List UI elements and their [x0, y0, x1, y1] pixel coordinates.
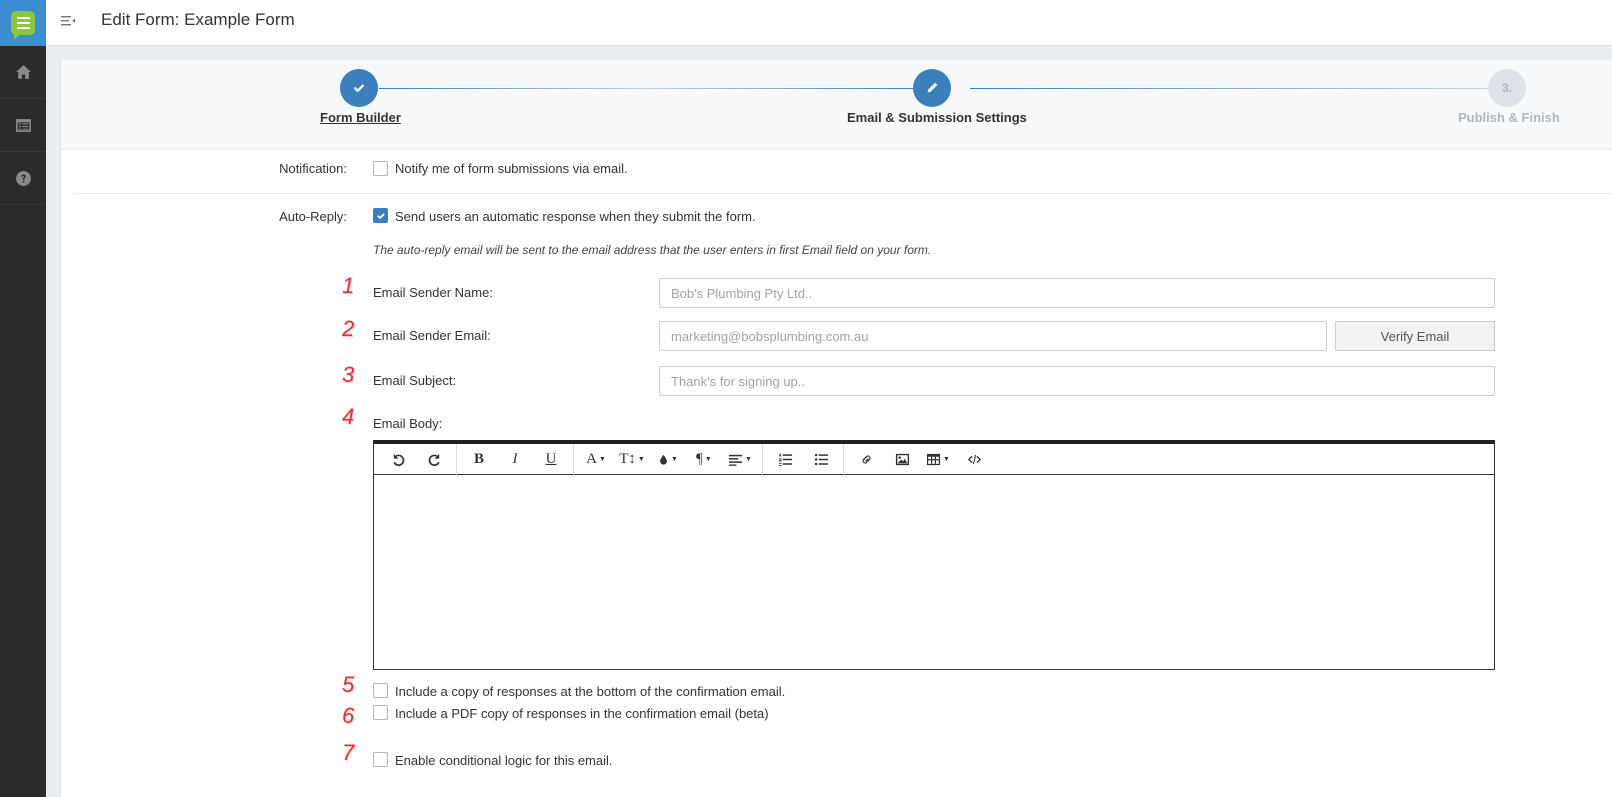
- sender-name-input[interactable]: [659, 278, 1495, 308]
- body-label: Email Body:: [373, 416, 443, 431]
- ordered-list-button[interactable]: [767, 444, 803, 475]
- verify-email-button[interactable]: Verify Email: [1335, 321, 1495, 351]
- form-settings-card: Form Builder Email & Submission Settings…: [60, 60, 1612, 797]
- step-3-label: Publish & Finish: [1458, 110, 1560, 125]
- insert-image-button[interactable]: [884, 444, 920, 475]
- auto-reply-note: The auto-reply email will be sent to the…: [373, 243, 932, 257]
- insert-group: ▼: [844, 444, 996, 475]
- annotation-number: 6: [342, 703, 355, 728]
- check-icon: [353, 84, 365, 93]
- editor-toolbar: B I U A ▼ T↕ ▼ ▼ ¶ ▼ ▼ ▼: [374, 443, 1494, 475]
- redo-icon: [428, 453, 440, 466]
- auto-reply-checkbox-text[interactable]: Send users an automatic response when th…: [395, 209, 756, 224]
- paragraph-dropdown[interactable]: ¶ ▼: [686, 444, 722, 475]
- annotation-number: 2: [342, 316, 355, 341]
- include-pdf-checkbox[interactable]: [373, 705, 388, 720]
- annotation-number: 1: [342, 273, 355, 298]
- code-view-button[interactable]: [956, 444, 992, 475]
- link-icon: [861, 454, 871, 464]
- menu-toggle-button[interactable]: [60, 13, 76, 29]
- email-body-editor: B I U A ▼ T↕ ▼ ▼ ¶ ▼ ▼ ▼: [373, 440, 1495, 670]
- annotation-number: 5: [342, 672, 355, 697]
- auto-reply-checkbox[interactable]: [373, 208, 388, 223]
- step-3-circle: 3.: [1488, 69, 1526, 107]
- sidebar-item-forms[interactable]: [0, 99, 46, 152]
- sidebar: [0, 0, 46, 797]
- include-copy-text[interactable]: Include a copy of responses at the botto…: [395, 684, 785, 699]
- include-pdf-text[interactable]: Include a PDF copy of responses in the c…: [395, 706, 769, 721]
- question-circle-icon: [15, 170, 31, 186]
- font-size-icon: T↕: [619, 450, 636, 467]
- notification-label: Notification:: [279, 161, 347, 176]
- list-group: [763, 443, 844, 475]
- undo-button[interactable]: [380, 444, 416, 475]
- ink-drop-icon: [660, 454, 667, 465]
- redo-button[interactable]: [416, 444, 452, 475]
- topbar: Edit Form: Example Form: [46, 0, 1612, 46]
- conditional-logic-text[interactable]: Enable conditional logic for this email.: [395, 753, 613, 768]
- sender-name-label: Email Sender Name:: [373, 285, 493, 300]
- checkmark-icon: [376, 212, 385, 219]
- annotation-number: 7: [342, 740, 355, 765]
- bold-button[interactable]: B: [461, 444, 497, 475]
- step-1-label[interactable]: Form Builder: [320, 110, 401, 125]
- font-icon: A: [586, 450, 597, 467]
- pencil-icon: [927, 82, 938, 93]
- style-group: A ▼ T↕ ▼ ▼ ¶ ▼ ▼: [574, 443, 763, 475]
- chat-logo-icon: [11, 11, 35, 40]
- undo-icon: [392, 453, 404, 466]
- step-connector: [970, 88, 1494, 89]
- home-icon: [15, 64, 31, 79]
- paragraph-icon: ¶: [696, 450, 703, 467]
- auto-reply-label: Auto-Reply:: [279, 209, 347, 224]
- sidebar-item-home[interactable]: [0, 46, 46, 99]
- annotation-number: 3: [342, 362, 355, 387]
- subject-label: Email Subject:: [373, 373, 457, 388]
- notification-checkbox-text[interactable]: Notify me of form submissions via email.: [395, 161, 628, 176]
- insert-link-button[interactable]: [848, 444, 884, 475]
- font-family-dropdown[interactable]: A ▼: [578, 444, 614, 475]
- align-left-icon: [728, 454, 743, 466]
- sender-email-input[interactable]: [659, 321, 1327, 351]
- image-icon: [895, 453, 909, 465]
- insert-table-dropdown[interactable]: ▼: [920, 444, 956, 475]
- editor-content-area[interactable]: [374, 475, 1494, 668]
- section-divider: [73, 193, 1612, 194]
- step-2-label: Email & Submission Settings: [847, 110, 1027, 125]
- subject-input[interactable]: [659, 366, 1495, 396]
- progress-stepper: Form Builder Email & Submission Settings…: [61, 60, 1612, 150]
- bullet-list-button[interactable]: [803, 444, 839, 475]
- code-icon: [967, 454, 981, 464]
- underline-button[interactable]: U: [533, 444, 569, 475]
- table-icon: [926, 453, 941, 465]
- ordered-list-icon: [778, 453, 792, 466]
- sidebar-item-help[interactable]: [0, 152, 46, 205]
- italic-button[interactable]: I: [497, 444, 533, 475]
- step-1-circle[interactable]: [340, 69, 378, 107]
- include-copy-checkbox[interactable]: [373, 683, 388, 698]
- sender-email-label: Email Sender Email:: [373, 328, 491, 343]
- annotation-number: 4: [342, 404, 355, 429]
- step-connector: [379, 88, 917, 89]
- app-logo[interactable]: [0, 0, 46, 46]
- list-window-icon: [15, 118, 31, 132]
- history-group: [376, 443, 457, 475]
- notification-checkbox[interactable]: [373, 161, 388, 176]
- format-group: B I U: [457, 443, 574, 475]
- step-2-circle: [913, 69, 951, 107]
- bullet-list-icon: [814, 453, 828, 465]
- align-dropdown[interactable]: ▼: [722, 444, 758, 475]
- color-dropdown[interactable]: ▼: [650, 444, 686, 475]
- page-title: Edit Form: Example Form: [101, 10, 295, 29]
- conditional-logic-checkbox[interactable]: [373, 752, 388, 767]
- menu-collapse-icon: [61, 16, 75, 26]
- font-size-dropdown[interactable]: T↕ ▼: [614, 444, 650, 475]
